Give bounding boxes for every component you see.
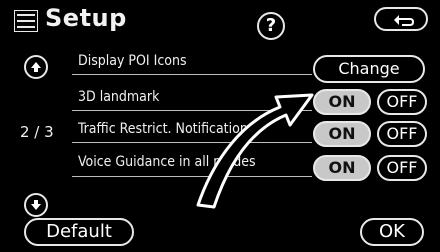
chevron-down-icon	[31, 200, 41, 210]
setup-screen: Setup ? Display POI Icons Change 3D land…	[0, 0, 440, 252]
default-button[interactable]: Default	[24, 218, 134, 246]
ok-button[interactable]: OK	[360, 218, 424, 246]
back-button[interactable]	[374, 7, 428, 31]
3d-landmark-off-button[interactable]: OFF	[377, 89, 427, 115]
page-title: Setup	[45, 4, 127, 32]
help-button[interactable]: ?	[257, 12, 285, 40]
change-poi-button[interactable]: Change	[313, 55, 425, 83]
voice-guidance-on-button[interactable]: ON	[313, 155, 371, 181]
traffic-restrict-on-button[interactable]: ON	[313, 121, 371, 147]
traffic-restrict-off-button[interactable]: OFF	[377, 121, 427, 147]
3d-landmark-on-button[interactable]: ON	[313, 89, 371, 115]
page-indicator: 2 / 3	[20, 123, 54, 141]
row-label-3d-landmark: 3D landmark	[78, 89, 160, 105]
back-arrow-icon	[394, 15, 414, 26]
scroll-up-button[interactable]	[24, 55, 48, 79]
menu-icon	[14, 10, 38, 32]
pointer-arrow-icon	[196, 93, 314, 209]
row-divider	[72, 74, 312, 75]
row-label-display-poi: Display POI Icons	[78, 53, 187, 69]
chevron-up-icon	[31, 62, 41, 72]
voice-guidance-off-button[interactable]: OFF	[377, 155, 427, 181]
scroll-down-button[interactable]	[24, 193, 48, 217]
